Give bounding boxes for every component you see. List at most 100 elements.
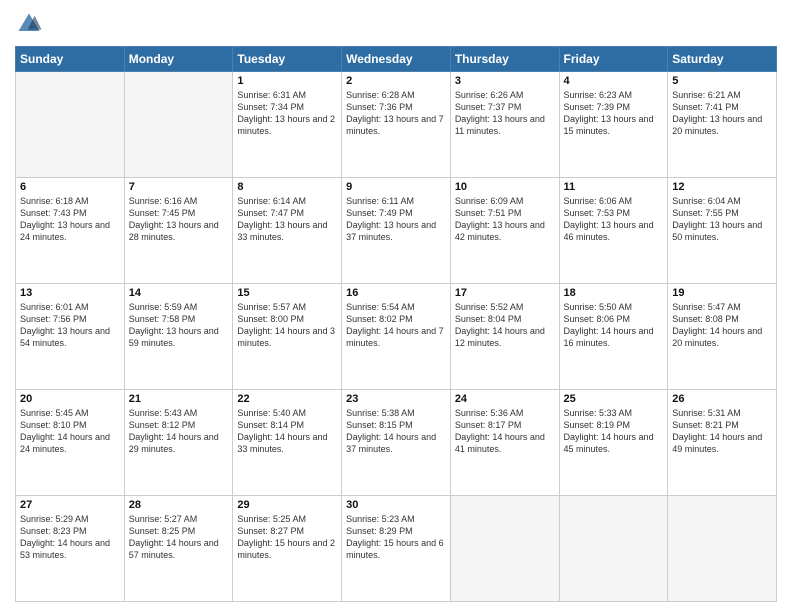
day-number: 16 xyxy=(346,287,446,299)
calendar-header-wednesday: Wednesday xyxy=(342,47,451,72)
day-number: 27 xyxy=(20,499,120,511)
week-row-0: 1Sunrise: 6:31 AMSunset: 7:34 PMDaylight… xyxy=(16,72,777,178)
day-number: 8 xyxy=(237,181,337,193)
day-info: Daylight: 14 hours and 45 minutes. xyxy=(564,431,664,455)
day-number: 21 xyxy=(129,393,229,405)
day-number: 4 xyxy=(564,75,664,87)
day-info: Sunset: 7:45 PM xyxy=(129,207,229,219)
day-info: Daylight: 13 hours and 7 minutes. xyxy=(346,113,446,137)
day-info: Sunrise: 5:38 AM xyxy=(346,407,446,419)
day-info: Sunrise: 5:31 AM xyxy=(672,407,772,419)
day-number: 30 xyxy=(346,499,446,511)
day-info: Daylight: 14 hours and 3 minutes. xyxy=(237,325,337,349)
day-number: 24 xyxy=(455,393,555,405)
calendar-header-row: SundayMondayTuesdayWednesdayThursdayFrid… xyxy=(16,47,777,72)
day-number: 2 xyxy=(346,75,446,87)
page: SundayMondayTuesdayWednesdayThursdayFrid… xyxy=(0,0,792,612)
calendar-cell: 15Sunrise: 5:57 AMSunset: 8:00 PMDayligh… xyxy=(233,284,342,390)
day-number: 10 xyxy=(455,181,555,193)
day-number: 28 xyxy=(129,499,229,511)
day-number: 23 xyxy=(346,393,446,405)
calendar-cell: 5Sunrise: 6:21 AMSunset: 7:41 PMDaylight… xyxy=(668,72,777,178)
week-row-2: 13Sunrise: 6:01 AMSunset: 7:56 PMDayligh… xyxy=(16,284,777,390)
logo xyxy=(15,10,45,38)
day-info: Sunset: 7:55 PM xyxy=(672,207,772,219)
calendar-cell xyxy=(559,496,668,602)
day-info: Daylight: 13 hours and 15 minutes. xyxy=(564,113,664,137)
day-info: Daylight: 13 hours and 28 minutes. xyxy=(129,219,229,243)
calendar-header-sunday: Sunday xyxy=(16,47,125,72)
day-info: Daylight: 14 hours and 53 minutes. xyxy=(20,537,120,561)
calendar-cell: 30Sunrise: 5:23 AMSunset: 8:29 PMDayligh… xyxy=(342,496,451,602)
day-number: 22 xyxy=(237,393,337,405)
calendar-cell: 17Sunrise: 5:52 AMSunset: 8:04 PMDayligh… xyxy=(450,284,559,390)
day-info: Sunset: 7:51 PM xyxy=(455,207,555,219)
day-info: Sunset: 8:06 PM xyxy=(564,313,664,325)
day-info: Sunset: 7:56 PM xyxy=(20,313,120,325)
day-info: Daylight: 13 hours and 42 minutes. xyxy=(455,219,555,243)
calendar-cell: 8Sunrise: 6:14 AMSunset: 7:47 PMDaylight… xyxy=(233,178,342,284)
day-info: Sunset: 7:49 PM xyxy=(346,207,446,219)
calendar-cell xyxy=(16,72,125,178)
day-info: Daylight: 13 hours and 59 minutes. xyxy=(129,325,229,349)
day-info: Sunrise: 5:47 AM xyxy=(672,301,772,313)
header xyxy=(15,10,777,38)
day-info: Daylight: 14 hours and 24 minutes. xyxy=(20,431,120,455)
day-info: Daylight: 15 hours and 6 minutes. xyxy=(346,537,446,561)
day-info: Sunset: 7:58 PM xyxy=(129,313,229,325)
day-info: Daylight: 14 hours and 49 minutes. xyxy=(672,431,772,455)
day-info: Daylight: 13 hours and 33 minutes. xyxy=(237,219,337,243)
calendar-table: SundayMondayTuesdayWednesdayThursdayFrid… xyxy=(15,46,777,602)
day-info: Sunset: 8:04 PM xyxy=(455,313,555,325)
day-info: Sunrise: 5:43 AM xyxy=(129,407,229,419)
day-number: 11 xyxy=(564,181,664,193)
day-info: Sunset: 8:14 PM xyxy=(237,419,337,431)
calendar-cell: 6Sunrise: 6:18 AMSunset: 7:43 PMDaylight… xyxy=(16,178,125,284)
day-number: 12 xyxy=(672,181,772,193)
calendar-cell: 28Sunrise: 5:27 AMSunset: 8:25 PMDayligh… xyxy=(124,496,233,602)
calendar-cell xyxy=(450,496,559,602)
day-info: Sunrise: 6:16 AM xyxy=(129,195,229,207)
calendar-header-saturday: Saturday xyxy=(668,47,777,72)
week-row-1: 6Sunrise: 6:18 AMSunset: 7:43 PMDaylight… xyxy=(16,178,777,284)
day-info: Sunrise: 6:14 AM xyxy=(237,195,337,207)
calendar-cell: 16Sunrise: 5:54 AMSunset: 8:02 PMDayligh… xyxy=(342,284,451,390)
calendar-cell: 10 Sunrise: 6:09 AMSunset: 7:51 PMDayligh… xyxy=(450,178,559,284)
day-number: 19 xyxy=(672,287,772,299)
day-info: Sunset: 8:15 PM xyxy=(346,419,446,431)
day-info: Daylight: 14 hours and 16 minutes. xyxy=(564,325,664,349)
day-number: 20 xyxy=(20,393,120,405)
day-info: Sunset: 7:43 PM xyxy=(20,207,120,219)
day-info: Daylight: 13 hours and 50 minutes. xyxy=(672,219,772,243)
day-info: Sunrise: 5:50 AM xyxy=(564,301,664,313)
calendar-header-tuesday: Tuesday xyxy=(233,47,342,72)
day-info: Daylight: 13 hours and 11 minutes. xyxy=(455,113,555,137)
day-info: Sunrise: 5:23 AM xyxy=(346,513,446,525)
day-info: Daylight: 13 hours and 2 minutes. xyxy=(237,113,337,137)
calendar-cell: 19Sunrise: 5:47 AMSunset: 8:08 PMDayligh… xyxy=(668,284,777,390)
calendar-cell: 24Sunrise: 5:36 AMSunset: 8:17 PMDayligh… xyxy=(450,390,559,496)
week-row-4: 27Sunrise: 5:29 AMSunset: 8:23 PMDayligh… xyxy=(16,496,777,602)
day-number: 14 xyxy=(129,287,229,299)
day-number: 9 xyxy=(346,181,446,193)
day-info: Sunrise: 6:01 AM xyxy=(20,301,120,313)
day-info: Sunrise: 6:31 AM xyxy=(237,89,337,101)
day-info: Sunset: 7:36 PM xyxy=(346,101,446,113)
day-number: 6 xyxy=(20,181,120,193)
day-info: Sunset: 8:27 PM xyxy=(237,525,337,537)
calendar-cell xyxy=(668,496,777,602)
day-info: Sunrise: 6:09 AM xyxy=(455,195,555,207)
day-info: Sunrise: 6:28 AM xyxy=(346,89,446,101)
day-number: 26 xyxy=(672,393,772,405)
day-info: Sunset: 8:10 PM xyxy=(20,419,120,431)
calendar-cell: 27Sunrise: 5:29 AMSunset: 8:23 PMDayligh… xyxy=(16,496,125,602)
day-info: Daylight: 14 hours and 41 minutes. xyxy=(455,431,555,455)
day-info: Daylight: 14 hours and 57 minutes. xyxy=(129,537,229,561)
calendar-cell: 21Sunrise: 5:43 AMSunset: 8:12 PMDayligh… xyxy=(124,390,233,496)
calendar-cell: 20Sunrise: 5:45 AMSunset: 8:10 PMDayligh… xyxy=(16,390,125,496)
calendar-cell: 12Sunrise: 6:04 AMSunset: 7:55 PMDayligh… xyxy=(668,178,777,284)
day-info: Daylight: 15 hours and 2 minutes. xyxy=(237,537,337,561)
calendar-cell: 7Sunrise: 6:16 AMSunset: 7:45 PMDaylight… xyxy=(124,178,233,284)
day-info: Sunrise: 6:06 AM xyxy=(564,195,664,207)
day-number: 25 xyxy=(564,393,664,405)
